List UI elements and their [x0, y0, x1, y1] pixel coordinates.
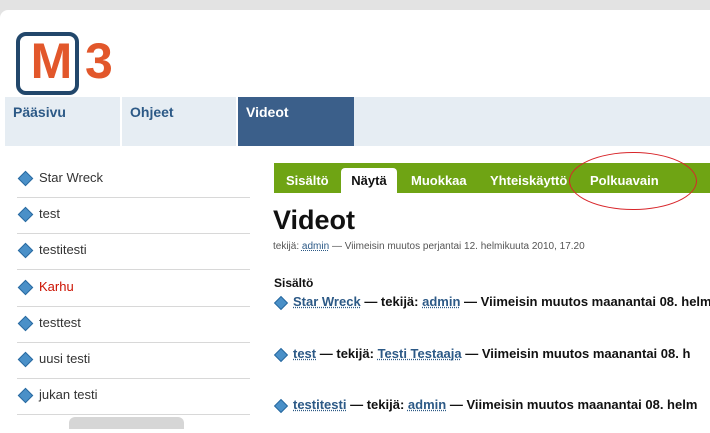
- content-entry: test — tekijä: Testi Testaaja — Viimeisi…: [273, 346, 710, 364]
- sidebar-item-test[interactable]: test: [17, 197, 250, 234]
- nav-item-videot[interactable]: Videot: [238, 97, 354, 146]
- sidebar-item-label: Star Wreck: [39, 170, 104, 185]
- sidebar-item-uusi-testi[interactable]: uusi testi: [17, 342, 250, 379]
- sidebar-more-tab[interactable]: [69, 417, 184, 429]
- sidebar-item-label: testitesti: [39, 242, 87, 257]
- sidebar-item-star-wreck[interactable]: Star Wreck: [17, 161, 250, 198]
- entry-separator: — tekijä:: [350, 397, 405, 412]
- sidebar-item-jukan-testi[interactable]: jukan testi: [17, 378, 250, 415]
- content-heading: Sisältö: [274, 276, 314, 290]
- entry-modified: — Viimeisin muutos maanantai 08. helm: [449, 397, 698, 412]
- sidebar-item-label: uusi testi: [39, 351, 91, 366]
- meta-modified: — Viimeisin muutos perjantai 12. helmiku…: [331, 241, 585, 252]
- diamond-bullet-icon: [17, 315, 34, 332]
- logo-letter: M: [30, 33, 73, 89]
- meta-author-link[interactable]: admin: [302, 241, 329, 252]
- entry-separator: — tekijä:: [364, 294, 419, 309]
- entry-title-link[interactable]: test: [293, 346, 316, 361]
- page-meta: tekijä: admin — Viimeisin muutos perjant…: [273, 241, 585, 252]
- sidebar-item-label: testtest: [39, 315, 81, 330]
- entry-title-link[interactable]: Star Wreck: [293, 294, 361, 309]
- diamond-bullet-icon: [17, 206, 34, 223]
- meta-prefix: tekijä:: [273, 241, 300, 252]
- sidebar-item-label: test: [39, 206, 60, 221]
- tab-nayta[interactable]: Näytä: [341, 168, 397, 193]
- red-annotation-circle: [569, 152, 697, 210]
- content-entry: testitesti — tekijä: admin — Viimeisin m…: [273, 397, 710, 415]
- content-entry: Star Wreck — tekijä: admin — Viimeisin m…: [273, 294, 710, 312]
- diamond-bullet-icon: [17, 351, 34, 368]
- diamond-bullet-icon: [17, 279, 34, 296]
- sidebar-item-testitesti[interactable]: testitesti: [17, 233, 250, 270]
- diamond-bullet-icon: [273, 295, 289, 311]
- tab-yhteiskaytto[interactable]: Yhteiskäyttö: [490, 168, 567, 193]
- diamond-bullet-icon: [17, 387, 34, 404]
- entry-author-link[interactable]: admin: [408, 397, 446, 412]
- diamond-bullet-icon: [273, 398, 289, 414]
- diamond-bullet-icon: [17, 170, 34, 187]
- sidebar-item-label: jukan testi: [39, 387, 98, 402]
- sidebar-item-label: Karhu: [39, 279, 74, 294]
- diamond-bullet-icon: [273, 347, 289, 363]
- tab-muokkaa[interactable]: Muokkaa: [411, 168, 467, 193]
- nav-item-ohjeet[interactable]: Ohjeet: [122, 97, 238, 146]
- diamond-bullet-icon: [17, 242, 34, 259]
- entry-modified: — Viimeisin muutos maanantai 08. helm: [464, 294, 710, 309]
- logo-number: 3: [85, 33, 113, 89]
- sidebar-item-testtest[interactable]: testtest: [17, 306, 250, 343]
- entry-title-link[interactable]: testitesti: [293, 397, 346, 412]
- tab-sisalto[interactable]: Sisältö: [286, 168, 329, 193]
- top-navigation: Pääsivu Ohjeet Videot: [5, 97, 710, 146]
- sidebar-item-karhu[interactable]: Karhu: [17, 270, 250, 307]
- entry-author-link[interactable]: admin: [422, 294, 460, 309]
- page-title: Videot: [273, 205, 356, 235]
- entry-author-link[interactable]: Testi Testaaja: [378, 346, 462, 361]
- entry-separator: — tekijä:: [319, 346, 374, 361]
- nav-item-paasivu[interactable]: Pääsivu: [5, 97, 122, 146]
- entry-modified: — Viimeisin muutos maanantai 08. h: [465, 346, 691, 361]
